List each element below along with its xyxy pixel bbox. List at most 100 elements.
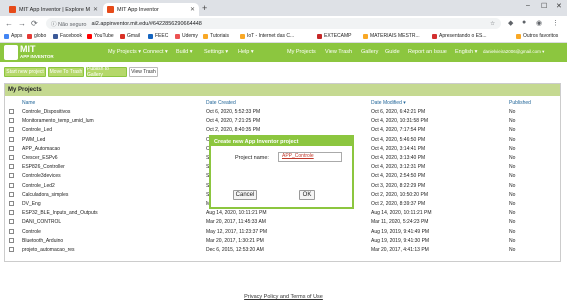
row-checkbox[interactable]: [9, 136, 14, 142]
privacy-policy-link[interactable]: Privacy Policy and Terms of Use: [0, 294, 567, 300]
table-row[interactable]: Monitoramento_temp_umid_lum Oct 4, 2020, …: [5, 117, 560, 125]
row-checkbox[interactable]: [9, 118, 14, 124]
move-to-trash-button[interactable]: Move To Trash: [48, 67, 84, 77]
cell-name[interactable]: Calculadora_simples: [22, 192, 68, 198]
cell-name[interactable]: projeto_automacao_res: [22, 247, 75, 253]
bookmark-facebook[interactable]: Facebook: [53, 33, 82, 39]
cell-name[interactable]: Controle_Led: [22, 127, 52, 133]
cell-name[interactable]: DANI_CONTROL: [22, 219, 61, 225]
bookmark-iot[interactable]: IoT - Internet das C...: [240, 33, 294, 39]
cancel-button[interactable]: Cancel: [233, 190, 257, 200]
cell-name[interactable]: Bluetooth_Arduino: [22, 238, 63, 244]
cell-name[interactable]: Controle_Led2: [22, 183, 55, 189]
profile-avatar-icon[interactable]: ◉: [536, 19, 542, 27]
bookmark-youtube[interactable]: YouTube: [87, 33, 114, 39]
table-row[interactable]: Controle May 12, 2017, 11:23:37 PM Aug 19,…: [5, 228, 560, 236]
link-view-trash[interactable]: View Trash: [325, 49, 352, 55]
bookmark-feec[interactable]: FEEC: [148, 33, 168, 39]
table-row[interactable]: ESP32_BLE_Inputs_and_Outputs Aug 14, 2020…: [5, 209, 560, 217]
bookmark-gmail[interactable]: Gmail: [120, 33, 140, 39]
header-name[interactable]: Name: [22, 100, 35, 106]
cell-name[interactable]: Monitoramento_temp_umid_lum: [22, 118, 94, 124]
new-tab-button[interactable]: +: [202, 3, 207, 13]
cell-name[interactable]: ESP826_Controller: [22, 164, 65, 170]
browser-tab-explore[interactable]: MIT App Inventor | Explore MIT A ✕: [5, 3, 102, 16]
account-menu[interactable]: danielvieira2006@gmail.com ▾: [483, 49, 544, 55]
ok-button[interactable]: OK: [299, 190, 315, 200]
bookmark-udemy[interactable]: Udemy: [175, 33, 198, 39]
row-checkbox[interactable]: [9, 247, 14, 252]
cell-name[interactable]: PWM_Led: [22, 137, 45, 143]
header-date-modified[interactable]: Date Modified ▾: [371, 100, 406, 106]
apps-grid-icon: [4, 33, 9, 39]
bookmark-materiais[interactable]: MATERIAIS MESTR...: [363, 33, 420, 39]
row-checkbox[interactable]: [9, 228, 14, 234]
bookmark-tutoriais[interactable]: Tutoriais: [203, 33, 229, 39]
link-my-projects[interactable]: My Projects: [287, 49, 316, 55]
link-report-issue[interactable]: Report an Issue: [408, 49, 447, 55]
forward-icon[interactable]: →: [18, 19, 26, 28]
publish-to-gallery-button[interactable]: Publish to Gallery: [86, 66, 127, 78]
language-select[interactable]: English ▾: [455, 49, 477, 55]
link-gallery[interactable]: Gallery: [361, 49, 378, 55]
bookmark-outros[interactable]: Outros favoritos: [516, 33, 558, 39]
cell-name[interactable]: APP_Automacao: [22, 146, 60, 152]
row-checkbox[interactable]: [9, 127, 14, 133]
row-checkbox[interactable]: [9, 182, 14, 188]
security-indicator[interactable]: ⓘ Não seguro: [51, 20, 86, 28]
browser-tab-app-inventor[interactable]: MIT App Inventor ✕: [103, 3, 199, 16]
cell-name[interactable]: Controle3devices: [22, 173, 61, 179]
view-trash-button[interactable]: View Trash: [129, 67, 158, 77]
header-published[interactable]: Published: [509, 100, 531, 106]
row-checkbox[interactable]: [9, 219, 14, 225]
menu-connect[interactable]: Connect ▾: [143, 49, 168, 55]
maximize-icon[interactable]: ☐: [541, 2, 547, 10]
row-checkbox[interactable]: [9, 237, 14, 243]
close-tab-icon[interactable]: ✕: [93, 6, 98, 13]
row-checkbox[interactable]: [9, 191, 14, 197]
cell-name[interactable]: Controle_Dispositivos: [22, 109, 70, 115]
cell-created: Oct 4, 2020, 7:21:25 PM: [206, 118, 261, 125]
start-new-project-button[interactable]: Start new project: [4, 67, 46, 77]
close-tab-icon[interactable]: ✕: [190, 6, 195, 13]
row-checkbox[interactable]: [9, 164, 14, 170]
menu-build[interactable]: Build ▾: [176, 49, 193, 55]
menu-dots-icon[interactable]: ⋮: [552, 19, 559, 27]
row-checkbox[interactable]: [9, 109, 14, 114]
header-date-created[interactable]: Date Created: [206, 100, 236, 106]
row-checkbox[interactable]: [9, 155, 14, 160]
project-name-input[interactable]: APP_Controle: [278, 152, 342, 162]
cell-created: May 12, 2017, 11:23:37 PM: [206, 228, 268, 235]
back-icon[interactable]: ←: [5, 19, 13, 28]
cell-name[interactable]: DV_Eng: [22, 201, 41, 207]
star-icon[interactable]: ☆: [490, 21, 495, 27]
reload-icon[interactable]: ⟳: [31, 19, 38, 28]
bookmark-apps[interactable]: Apps: [4, 33, 22, 39]
cell-name[interactable]: Controle: [22, 229, 41, 235]
bookmark-extecamp[interactable]: EXTECAMP: [317, 33, 352, 39]
menu-help[interactable]: Help ▾: [238, 49, 254, 55]
menu-my-projects[interactable]: My Projects ▾: [108, 49, 141, 55]
extension-icon[interactable]: ●: [522, 19, 526, 26]
cell-modified: Aug 19, 2019, 9:41:30 PM: [371, 237, 430, 244]
link-guide[interactable]: Guide: [385, 49, 400, 55]
address-bar[interactable]: ⓘ Não seguro ai2.appinventor.mit.edu/#64…: [46, 18, 501, 29]
bookmark-apresentando[interactable]: Apresentando o ES...: [432, 33, 487, 39]
row-checkbox[interactable]: [9, 173, 14, 179]
table-row[interactable]: projeto_automacao_res Dec 6, 2015, 12:53:…: [5, 246, 560, 254]
table-row[interactable]: DANI_CONTROL Mar 20, 2017, 11:45:33 AM Mar…: [5, 218, 560, 226]
menu-settings[interactable]: Settings ▾: [204, 49, 228, 55]
row-checkbox[interactable]: [9, 210, 14, 216]
minimize-icon[interactable]: –: [526, 2, 530, 9]
row-checkbox[interactable]: [9, 145, 14, 151]
row-checkbox[interactable]: [9, 201, 14, 206]
extension-icon[interactable]: ◆: [508, 19, 513, 27]
close-window-icon[interactable]: ✕: [556, 2, 562, 10]
cell-created: Mar 20, 2017, 11:45:33 AM: [206, 219, 266, 226]
table-row[interactable]: Bluetooth_Arduino Mar 20, 2017, 1:30:21 P…: [5, 237, 560, 245]
bookmark-globo[interactable]: globo: [27, 33, 46, 39]
table-row[interactable]: Controle_Led Oct 2, 2020, 8:40:35 PM Oct 4…: [5, 126, 560, 134]
table-row[interactable]: Controle_Dispositivos Oct 6, 2020, 5:52:3…: [5, 108, 560, 116]
cell-name[interactable]: Crescer_ESPv6: [22, 155, 58, 161]
cell-name[interactable]: ESP32_BLE_Inputs_and_Outputs: [22, 210, 98, 216]
